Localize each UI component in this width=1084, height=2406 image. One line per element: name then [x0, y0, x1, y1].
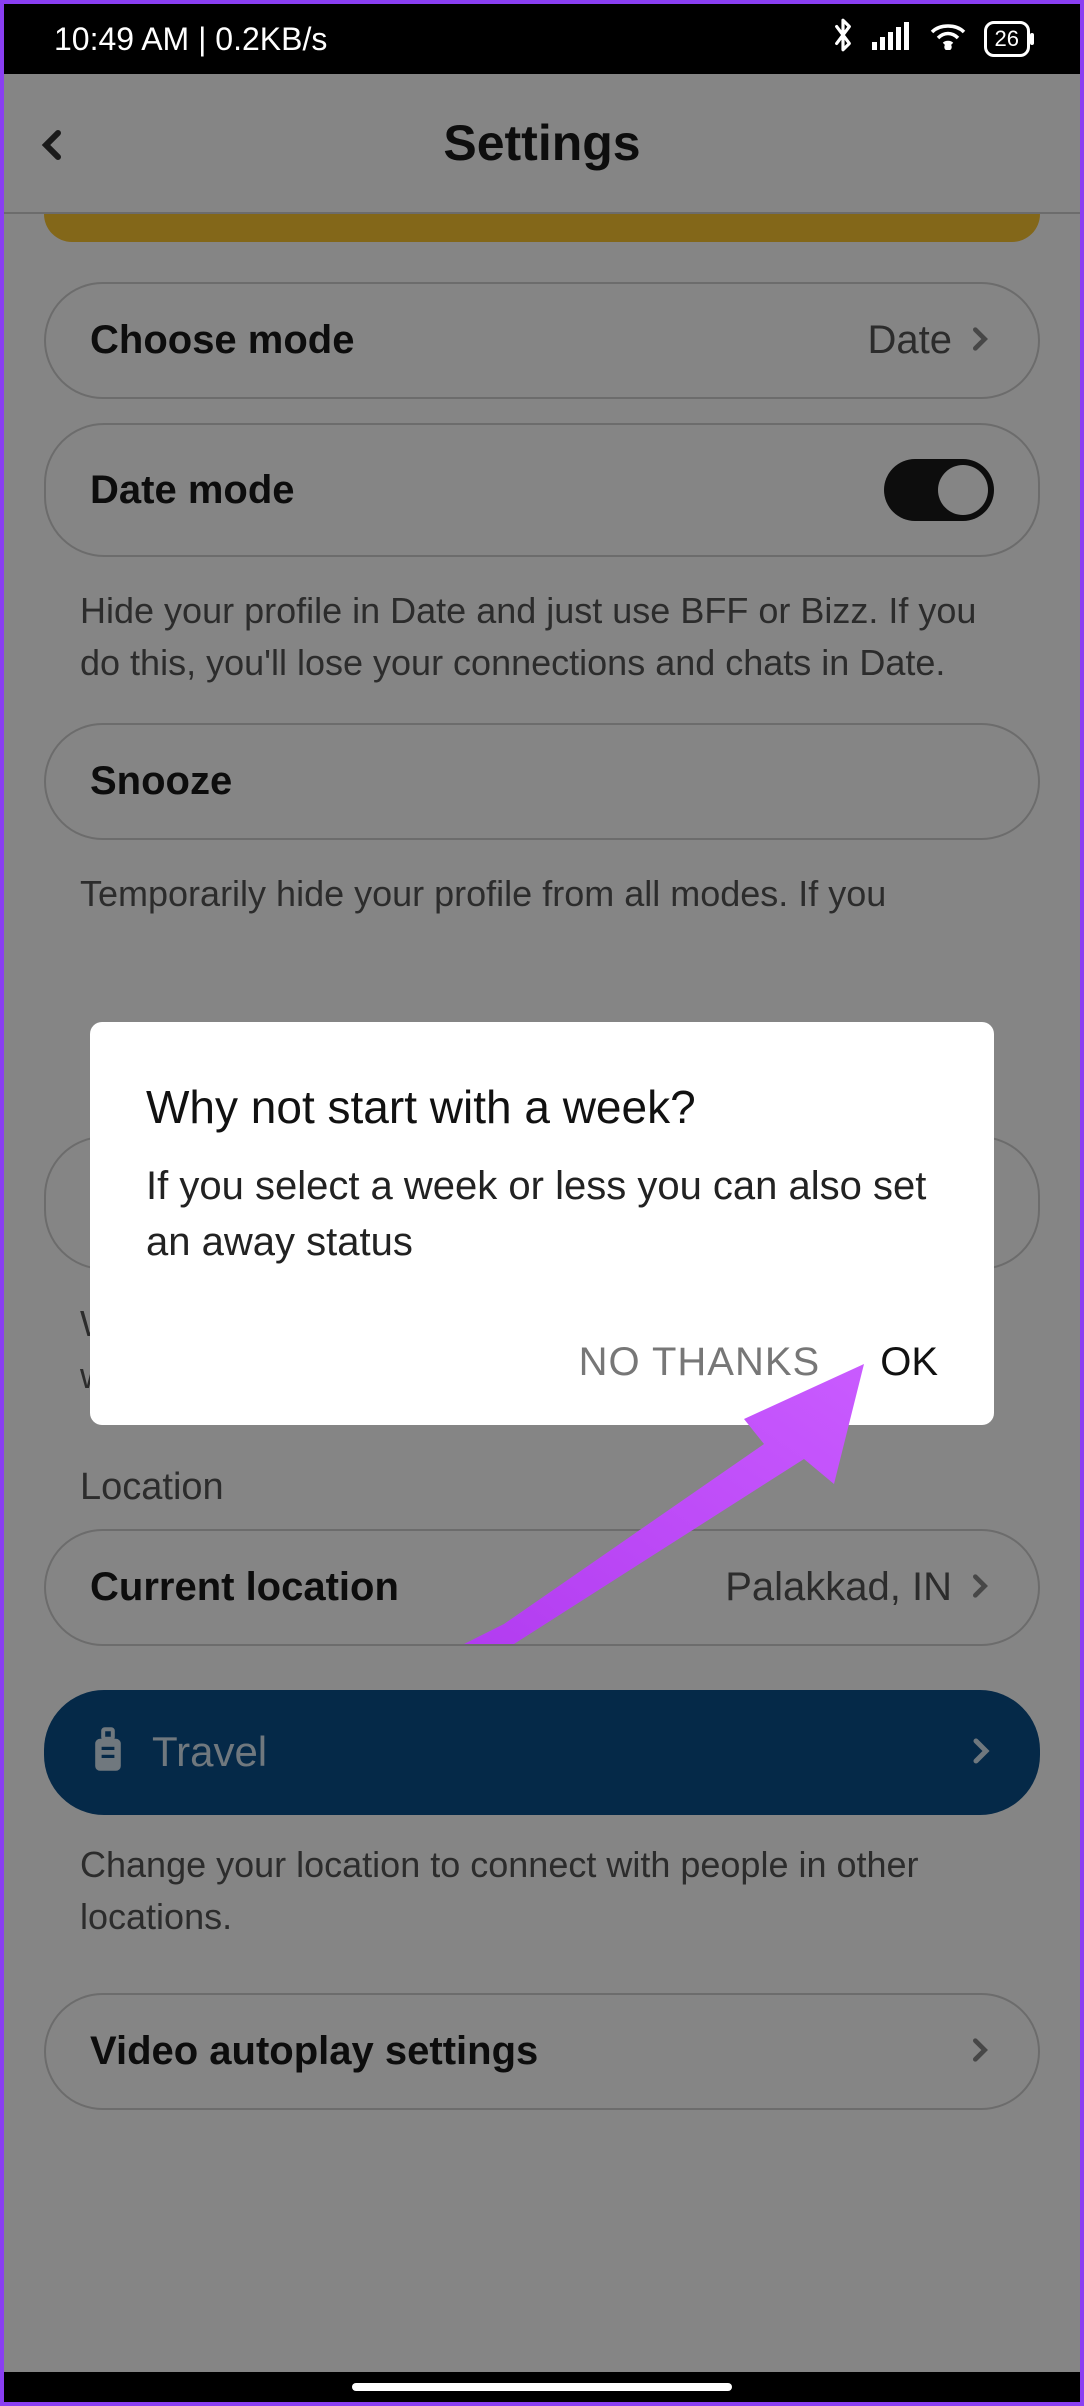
- app-body: Settings Choose mode Date Date mode Hide…: [4, 74, 1080, 2372]
- dialog-title: Why not start with a week?: [146, 1080, 938, 1134]
- cellular-icon: [872, 20, 912, 58]
- home-handle[interactable]: [352, 2383, 732, 2391]
- dialog-body: If you select a week or less you can als…: [146, 1158, 938, 1270]
- battery-icon: 26: [984, 21, 1030, 57]
- status-bar: 10:49 AM | 0.2KB/s 26: [4, 4, 1080, 74]
- no-thanks-button[interactable]: NO THANKS: [579, 1340, 821, 1385]
- status-netspeed: 0.2KB/s: [215, 21, 327, 57]
- wifi-icon: [928, 20, 968, 58]
- gesture-nav-bar: [4, 2372, 1080, 2402]
- dialog-scrim[interactable]: Why not start with a week? If you select…: [4, 74, 1080, 2372]
- bluetooth-icon: [830, 16, 856, 62]
- snooze-suggestion-dialog: Why not start with a week? If you select…: [90, 1022, 994, 1425]
- status-time: 10:49 AM: [54, 21, 189, 57]
- ok-button[interactable]: OK: [880, 1340, 938, 1385]
